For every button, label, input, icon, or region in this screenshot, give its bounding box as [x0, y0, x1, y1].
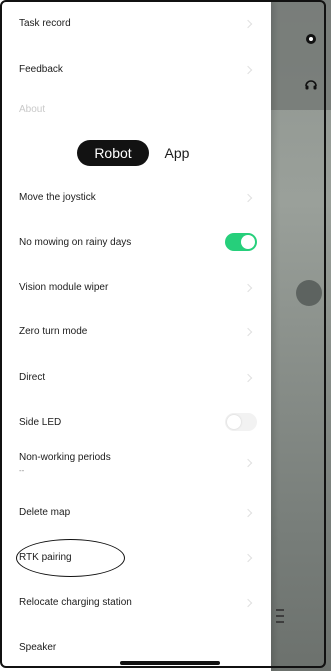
settings-drawer: Task record Feedback About Robot App Mov…: [0, 0, 271, 671]
toggle-knob: [241, 235, 255, 249]
rain-toggle[interactable]: [225, 233, 257, 251]
setting-zero-turn[interactable]: Zero turn mode: [19, 326, 259, 337]
robot-app-segment: Robot App: [77, 140, 197, 166]
chevron-right-icon: [243, 508, 253, 517]
annotation-oval: [16, 539, 125, 577]
setting-delete-map[interactable]: Delete map: [19, 507, 259, 518]
setting-label: Direct: [19, 372, 46, 383]
setting-direct[interactable]: Direct: [19, 372, 259, 383]
setting-label: Move the joystick: [19, 192, 96, 203]
setting-label: Non-working periods: [19, 452, 111, 463]
tab-app[interactable]: App: [157, 140, 197, 166]
chevron-right-icon: [243, 458, 253, 468]
backdrop-shade: [270, 0, 331, 110]
setting-non-working-periods[interactable]: Non-working periods --: [19, 452, 259, 475]
setting-label: Side LED: [19, 416, 62, 428]
setting-speaker[interactable]: Speaker: [19, 614, 259, 653]
chevron-right-icon: [243, 373, 253, 382]
toggle-knob: [227, 415, 241, 429]
map-backdrop: [270, 0, 331, 671]
chevron-right-icon: [243, 327, 253, 336]
setting-no-mowing-rain: No mowing on rainy days: [19, 233, 259, 251]
chevron-right-icon: [243, 283, 253, 292]
chevron-right-icon: [243, 598, 253, 607]
setting-vision-wiper[interactable]: Vision module wiper: [19, 282, 259, 293]
menu-item-task-record[interactable]: Task record: [19, 18, 259, 29]
menu-item-feedback[interactable]: Feedback: [19, 64, 259, 75]
map-marker-icon: [296, 280, 322, 306]
setting-label: Relocate charging station: [19, 597, 132, 608]
chevron-right-icon: [243, 65, 253, 74]
menu-item-label: Feedback: [19, 64, 63, 75]
headset-icon[interactable]: [304, 78, 318, 92]
gear-icon[interactable]: [304, 32, 318, 46]
app-screen: Task record Feedback About Robot App Mov…: [0, 0, 331, 671]
setting-label: No mowing on rainy days: [19, 236, 132, 248]
menu-item-about[interactable]: About: [19, 104, 259, 115]
setting-label: Speaker: [19, 642, 57, 653]
chevron-right-icon: [243, 193, 253, 202]
menu-item-label: Task record: [19, 18, 71, 29]
setting-label: Zero turn mode: [19, 326, 88, 337]
chevron-right-icon: [243, 19, 253, 28]
chevron-right-icon: [243, 553, 253, 562]
setting-text-group: Non-working periods --: [19, 452, 111, 475]
map-scale-marks: [276, 605, 284, 635]
home-indicator: [120, 661, 220, 665]
side-led-toggle[interactable]: [225, 413, 257, 431]
setting-value: --: [19, 466, 25, 475]
setting-label: Delete map: [19, 507, 71, 518]
menu-item-label: About: [19, 104, 46, 115]
setting-move-joystick[interactable]: Move the joystick: [19, 192, 259, 203]
setting-label: Vision module wiper: [19, 282, 109, 293]
tab-robot[interactable]: Robot: [77, 140, 149, 166]
setting-relocate-station[interactable]: Relocate charging station: [19, 597, 259, 608]
setting-side-led: Side LED: [19, 413, 259, 431]
